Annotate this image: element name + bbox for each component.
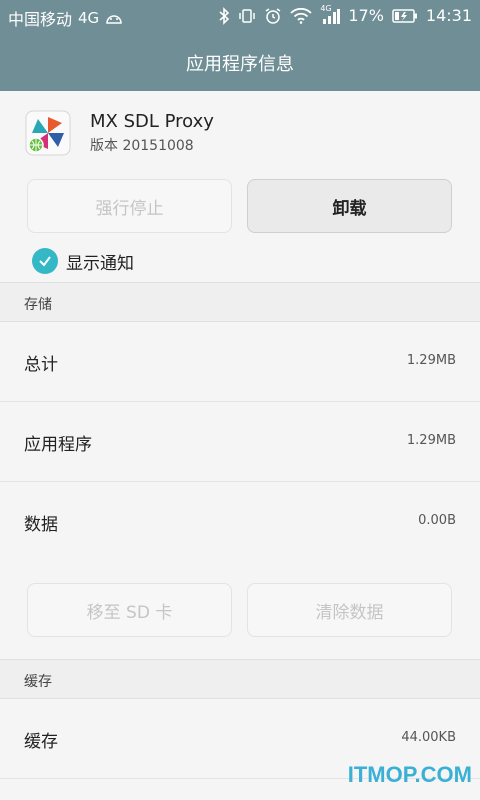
android-icon	[105, 12, 123, 24]
storage-row-total: 总计 1.29MB	[0, 322, 480, 402]
cellular-signal-icon: 4G	[320, 4, 341, 24]
app-name: MX SDL Proxy	[90, 111, 214, 132]
wifi-icon	[290, 7, 312, 24]
bluetooth-icon	[218, 6, 230, 25]
signal-type-label: 4G	[320, 3, 332, 13]
network-label: 4G	[78, 9, 100, 27]
row-value: 0.00B	[418, 513, 456, 528]
page-title: 应用程序信息	[186, 54, 294, 75]
cache-section-header: 缓存	[0, 659, 480, 699]
storage-section-header: 存储	[0, 282, 480, 322]
clear-data-button[interactable]: 清除数据	[247, 583, 452, 637]
app-info-row: MX SDL Proxy 版本 20151008	[0, 91, 480, 176]
row-label: 应用程序	[24, 435, 92, 455]
show-notifications-label: 显示通知	[66, 253, 134, 274]
row-label: 总计	[24, 355, 58, 375]
row-label: 缓存	[24, 732, 58, 752]
row-value: 44.00KB	[401, 730, 456, 745]
uninstall-button[interactable]: 卸载	[247, 179, 452, 233]
force-stop-button[interactable]: 强行停止	[27, 179, 232, 233]
vibrate-icon	[238, 7, 256, 25]
status-bar: 中国移动 4G 4G 17% 14:31	[0, 0, 480, 32]
app-version: 版本 20151008	[90, 138, 194, 154]
row-label: 数据	[24, 515, 58, 535]
clock: 14:31	[425, 6, 472, 25]
show-notifications-toggle[interactable]: 显示通知	[32, 248, 134, 274]
battery-percent: 17%	[348, 6, 384, 25]
watermark: ITMOP.COM	[347, 762, 472, 787]
row-value: 1.29MB	[406, 353, 456, 368]
app-pinwheel-icon	[25, 110, 71, 156]
app-bar: 中国移动 4G 4G 17% 14:31 应用程序信息	[0, 0, 480, 91]
row-value: 1.29MB	[406, 433, 456, 448]
alarm-icon	[264, 7, 282, 25]
battery-icon	[392, 8, 418, 23]
cache-section-title: 缓存	[24, 674, 52, 690]
storage-row-data: 数据 0.00B	[0, 482, 480, 562]
carrier-label: 中国移动	[8, 10, 73, 29]
move-to-sd-button[interactable]: 移至 SD 卡	[27, 583, 232, 637]
checkmark-icon[interactable]	[32, 248, 58, 274]
storage-section-title: 存储	[24, 297, 52, 313]
storage-row-app: 应用程序 1.29MB	[0, 402, 480, 482]
